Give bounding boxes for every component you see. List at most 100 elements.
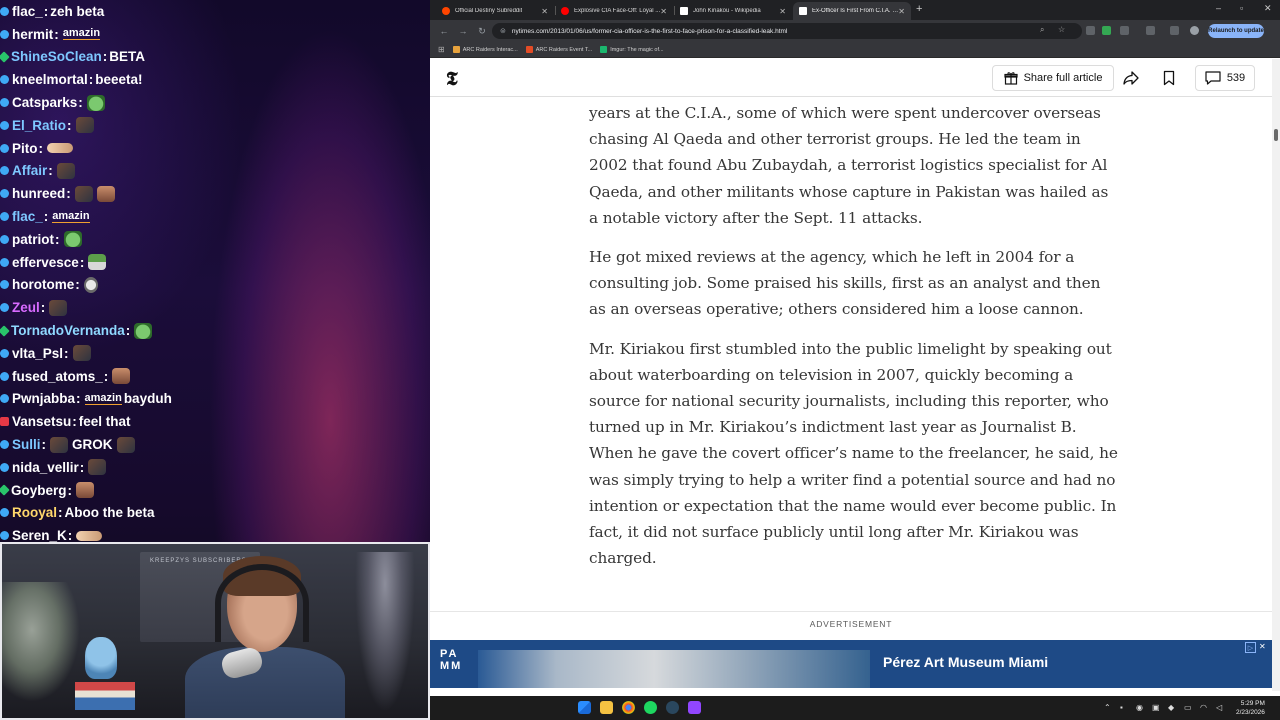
- chat-separator: :: [43, 3, 49, 19]
- tab-close-icon[interactable]: ✕: [541, 7, 548, 16]
- steam-icon[interactable]: [666, 701, 679, 714]
- puzzle-icon[interactable]: [1120, 26, 1129, 35]
- wifi-icon[interactable]: ◠: [1200, 703, 1207, 712]
- bookmark-item[interactable]: ARC Raiders Interac...: [452, 46, 518, 53]
- windows-start-icon[interactable]: [578, 701, 591, 714]
- ad-close-icon[interactable]: ✕: [1259, 642, 1270, 653]
- tab-wikipedia[interactable]: John Kiriakou - Wikipedia ✕: [674, 2, 792, 20]
- minimize-icon[interactable]: –: [1216, 3, 1221, 13]
- site-info-icon[interactable]: ⊜: [500, 27, 506, 35]
- scroll-thumb[interactable]: [1274, 129, 1278, 141]
- close-window-icon[interactable]: ✕: [1264, 3, 1272, 14]
- chat-username[interactable]: effervesce: [12, 255, 79, 270]
- nyt-logo[interactable]: 𝕿: [446, 68, 458, 90]
- chat-username[interactable]: kneelmortal: [12, 72, 88, 87]
- sidepanel-icon[interactable]: [1146, 26, 1155, 35]
- chat-text: BETA: [109, 49, 146, 65]
- chat-username[interactable]: flac_: [12, 209, 43, 224]
- vertical-scrollbar[interactable]: [1272, 59, 1280, 691]
- chat-username[interactable]: vlta_Psl: [12, 346, 63, 361]
- chat-message: TornadoVernanda:: [0, 319, 430, 342]
- chat-feed: flac_: zeh beta hermit: amazin ShineSoClean:…: [0, 0, 430, 547]
- chrome-icon[interactable]: [622, 701, 635, 714]
- save-article-button[interactable]: [1154, 65, 1184, 91]
- comments-button[interactable]: 539: [1195, 65, 1255, 91]
- chat-username[interactable]: fused_atoms_: [12, 369, 103, 384]
- ad-info-icon[interactable]: ▷: [1245, 642, 1256, 653]
- bookmark-item[interactable]: ARC Raiders Event T...: [525, 46, 592, 53]
- chat-badge-icon: [0, 98, 9, 108]
- chat-username[interactable]: Affair: [12, 163, 47, 178]
- new-tab-button[interactable]: +: [916, 3, 922, 15]
- chat-username[interactable]: TornadoVernanda: [11, 323, 125, 338]
- extension-icon[interactable]: [1086, 26, 1095, 35]
- chat-username[interactable]: Goyberg: [11, 483, 67, 498]
- share-full-article-button[interactable]: Share full article: [992, 65, 1114, 91]
- tab-nytimes[interactable]: Ex-Officer Is First From C.I.A. to... ✕: [793, 2, 911, 20]
- volume-icon[interactable]: ◁: [1216, 703, 1222, 712]
- relaunch-button[interactable]: Relaunch to update: [1208, 24, 1264, 38]
- tab-close-icon[interactable]: ✕: [898, 7, 905, 16]
- advertisement-banner[interactable]: PA MM Pérez Art Museum Miami ▷ ✕: [430, 640, 1272, 688]
- tab-close-icon[interactable]: ✕: [660, 7, 667, 16]
- skull-emote-icon: [83, 276, 98, 293]
- share-button[interactable]: [1116, 65, 1146, 91]
- chat-username[interactable]: horotome: [12, 277, 74, 292]
- chat-username[interactable]: Vansetsu: [12, 414, 71, 429]
- reload-icon[interactable]: ↻: [477, 26, 487, 37]
- system-clock[interactable]: 5:29 PM 2/23/2026: [1236, 699, 1265, 717]
- back-icon[interactable]: ←: [439, 26, 449, 36]
- tray-app-icon[interactable]: ▪: [1120, 703, 1123, 712]
- chat-username[interactable]: ShineSoClean: [11, 49, 102, 64]
- chat-separator: :: [72, 414, 77, 430]
- tray-arrow-icon[interactable]: ⌃: [1104, 703, 1111, 712]
- chat-username[interactable]: Rooyal: [12, 505, 57, 520]
- network-icon[interactable]: ▭: [1184, 703, 1192, 712]
- tab-close-icon[interactable]: ✕: [779, 7, 786, 16]
- frog-emote-icon: [134, 322, 153, 339]
- chat-username[interactable]: Sulli: [12, 437, 41, 452]
- tray-app-icon[interactable]: ◉: [1136, 703, 1143, 712]
- maximize-icon[interactable]: ▫: [1240, 3, 1243, 13]
- chat-separator: :: [58, 505, 63, 521]
- chat-username[interactable]: nida_vellir: [12, 460, 79, 475]
- chat-badge-icon: [0, 257, 9, 267]
- frog-emote-icon: [86, 94, 105, 111]
- bookmark-item[interactable]: Imgur: The magic of...: [600, 46, 664, 53]
- chat-username[interactable]: Pito: [12, 141, 38, 156]
- chat-username[interactable]: Pwnjabba: [12, 391, 75, 406]
- forward-icon[interactable]: →: [458, 26, 468, 36]
- tray-app-icon[interactable]: ▣: [1152, 703, 1160, 712]
- chat-separator: :: [64, 345, 69, 361]
- chat-username[interactable]: Zeul: [12, 300, 40, 315]
- search-icon[interactable]: ⌕: [1040, 25, 1044, 35]
- chat-username[interactable]: patriot: [12, 232, 54, 247]
- chat-separator: :: [66, 186, 71, 202]
- chat-username[interactable]: flac_: [12, 4, 43, 19]
- app-icon[interactable]: [688, 701, 701, 714]
- tab-youtube[interactable]: Explosive CIA Face-Off: Loyal ... ✕: [555, 2, 673, 20]
- face-emote-icon: [72, 345, 91, 362]
- chat-username[interactable]: hunreed: [12, 186, 65, 201]
- downloads-icon[interactable]: [1170, 26, 1179, 35]
- face-emote-icon: [88, 459, 107, 476]
- chat-username[interactable]: hermit: [12, 27, 53, 42]
- extension-icon[interactable]: [1102, 26, 1111, 35]
- apps-icon[interactable]: ⊞: [438, 45, 445, 54]
- address-bar[interactable]: ⊜ nytimes.com/2013/01/06/us/former-cia-o…: [492, 23, 1082, 39]
- chat-username[interactable]: Catsparks: [12, 95, 77, 110]
- spotify-icon[interactable]: [644, 701, 657, 714]
- profile-avatar[interactable]: [1190, 26, 1199, 35]
- chat-separator: :: [40, 300, 46, 316]
- star-icon[interactable]: ☆: [1058, 25, 1065, 34]
- file-explorer-icon[interactable]: [600, 701, 613, 714]
- chat-separator: :: [79, 254, 85, 270]
- tray-app-icon[interactable]: ◆: [1168, 703, 1174, 712]
- chat-username[interactable]: Seren_K: [12, 528, 67, 543]
- chat-message: flac_: amazin: [0, 205, 430, 228]
- tab-reddit[interactable]: Official Destiny Subreddit ✕: [436, 2, 554, 20]
- chat-username[interactable]: El_Ratio: [12, 118, 66, 133]
- chat-message: nida_vellir:: [0, 456, 430, 479]
- bookmark-label: ARC Raiders Interac...: [462, 46, 518, 53]
- chat-badge-icon: [0, 324, 10, 337]
